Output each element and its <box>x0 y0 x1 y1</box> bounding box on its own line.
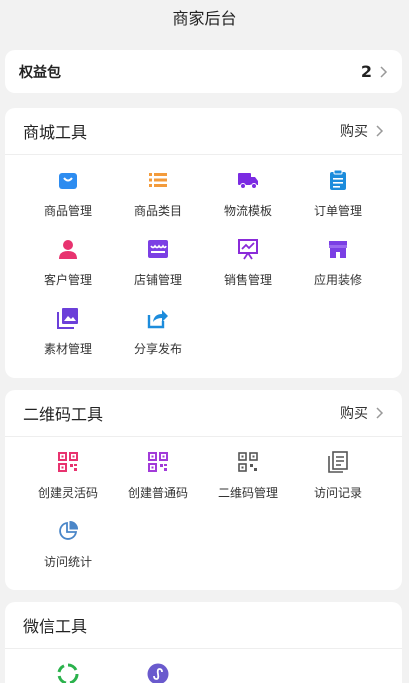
benefit-package-label: 权益包 <box>19 64 61 81</box>
shopping-bag-icon <box>59 173 77 189</box>
presentation-chart-icon <box>238 239 258 260</box>
image-library-icon <box>57 308 78 329</box>
share-icon <box>147 310 168 329</box>
tool-product-category[interactable]: 商品类目 <box>113 169 203 219</box>
benefit-package-row[interactable]: 权益包 2 <box>5 50 402 93</box>
chevron-right-icon <box>376 125 384 137</box>
tool-app-decoration[interactable]: 应用装修 <box>293 238 383 288</box>
truck-icon <box>238 173 258 189</box>
tool-label: 店铺管理 <box>133 273 182 287</box>
mall-tools-title: 商城工具 <box>23 123 88 142</box>
wechat-tools-section: 微信工具 <box>5 602 402 683</box>
mall-tools-buy-link[interactable]: 购买 <box>340 121 384 141</box>
qr-code-icon <box>148 452 168 472</box>
tool-create-flexible-code[interactable]: 创建灵活码 <box>23 451 113 501</box>
tool-create-normal-code[interactable]: 创建普通码 <box>113 451 203 501</box>
buy-label: 购买 <box>340 124 368 140</box>
chevron-right-icon <box>376 407 384 419</box>
mall-tools-section: 商城工具 购买 商品管理 商品类目 物流模板 订单管理 客户管理 店铺管理 销售… <box>5 108 402 378</box>
tool-customer-management[interactable]: 客户管理 <box>23 238 113 288</box>
tool-label: 销售管理 <box>223 273 272 287</box>
tool-label: 访问记录 <box>313 486 362 500</box>
buy-label: 购买 <box>340 406 368 422</box>
chevron-right-icon <box>380 65 388 78</box>
document-list-icon <box>328 451 348 473</box>
shop-front-icon <box>329 241 347 258</box>
tool-visit-records[interactable]: 访问记录 <box>293 451 383 501</box>
page-header: 商家后台 <box>0 0 409 34</box>
qr-tools-buy-link[interactable]: 购买 <box>340 403 384 423</box>
tool-label: 二维码管理 <box>217 486 278 500</box>
store-icon <box>148 240 168 258</box>
tool-label: 创建灵活码 <box>37 486 98 500</box>
qr-code-icon <box>238 452 258 472</box>
tool-material-management[interactable]: 素材管理 <box>23 307 113 357</box>
qr-tools-section: 二维码工具 购买 创建灵活码 创建普通码 二维码管理 访问记录 访问统计 <box>5 390 402 590</box>
tool-share-publish[interactable]: 分享发布 <box>113 307 203 357</box>
tool-visit-statistics[interactable]: 访问统计 <box>23 520 113 570</box>
tool-product-management[interactable]: 商品管理 <box>23 169 113 219</box>
tool-label: 物流模板 <box>223 204 272 218</box>
tool-store-management[interactable]: 店铺管理 <box>113 238 203 288</box>
mini-program-icon <box>147 663 169 683</box>
tool-label: 商品类目 <box>133 204 182 218</box>
tool-sales-management[interactable]: 销售管理 <box>203 238 293 288</box>
tool-label: 访问统计 <box>43 555 92 569</box>
list-icon <box>149 173 167 187</box>
tool-label: 创建普通码 <box>127 486 188 500</box>
wechat-pay-icon <box>57 663 79 683</box>
tool-qr-management[interactable]: 二维码管理 <box>203 451 293 501</box>
tool-label: 订单管理 <box>313 204 362 218</box>
tool-label: 商品管理 <box>43 204 92 218</box>
tool-wechat-pay[interactable] <box>23 663 113 683</box>
benefit-package-count: 2 <box>360 62 372 81</box>
page-title: 商家后台 <box>172 9 237 28</box>
wechat-tools-header: 微信工具 <box>5 602 402 649</box>
tool-logistics-template[interactable]: 物流模板 <box>203 169 293 219</box>
tool-mini-program[interactable] <box>113 663 203 683</box>
qr-tools-header: 二维码工具 购买 <box>5 390 402 437</box>
user-icon <box>59 240 77 259</box>
wechat-tools-title: 微信工具 <box>23 617 88 636</box>
tool-label: 应用装修 <box>313 273 362 287</box>
tool-label: 素材管理 <box>43 342 92 356</box>
clipboard-icon <box>330 169 346 190</box>
mall-tools-header: 商城工具 购买 <box>5 108 402 155</box>
qr-code-icon <box>58 452 78 472</box>
tool-order-management[interactable]: 订单管理 <box>293 169 383 219</box>
tool-label: 分享发布 <box>133 342 182 356</box>
qr-tools-title: 二维码工具 <box>23 405 104 424</box>
pie-chart-icon <box>59 520 79 540</box>
tool-label: 客户管理 <box>43 273 92 287</box>
